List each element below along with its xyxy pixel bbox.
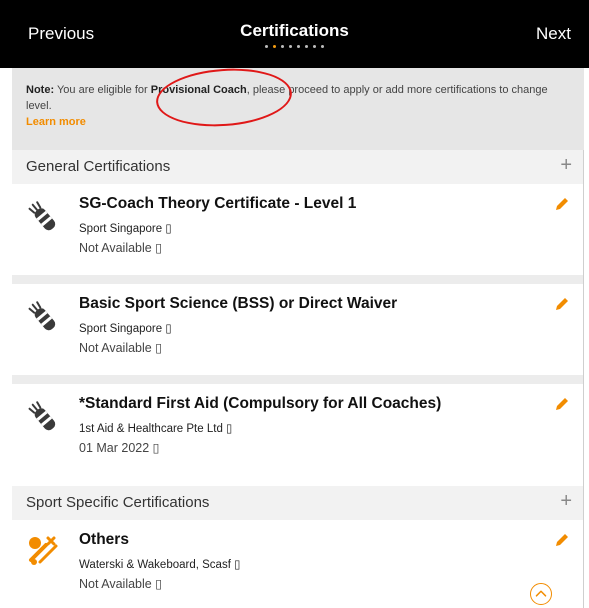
certification-organization: 1st Aid & Healthcare Pte Ltd ▯ [79,423,233,435]
info-glyph: ▯ [165,323,172,335]
badge-icon [28,201,56,231]
step-dot [321,45,324,48]
divider [12,375,584,384]
step-dot [297,45,300,48]
divider [12,275,584,284]
certification-organization: Sport Singapore ▯ [79,223,172,235]
certification-title: Others [79,531,129,548]
pencil-icon[interactable] [554,296,570,312]
next-button[interactable]: Next [536,24,571,44]
step-dot [281,45,284,48]
certification-item[interactable]: Basic Sport Science (BSS) or Direct Waiv… [12,284,584,375]
step-dot [265,45,268,48]
step-indicator [0,45,589,48]
step-dot [313,45,316,48]
page-title: Certifications [240,21,349,40]
certification-item[interactable]: SG-Coach Theory Certificate - Level 1 Sp… [12,184,584,275]
sport-icon [29,536,58,565]
eligibility-note: Note: You are eligible for Provisional C… [12,68,584,150]
info-glyph: ▯ [155,341,163,355]
step-dot [305,45,308,48]
certification-title: Basic Sport Science (BSS) or Direct Waiv… [79,295,398,312]
info-glyph: ▯ [226,423,233,435]
top-bar: Previous Certifications Next [0,0,589,68]
step-dot-active [273,45,276,48]
section-sport-specific-certifications: Sport Specific Certifications + [12,486,584,520]
info-glyph: ▯ [155,577,163,591]
certification-status: Not Available ▯ [79,577,163,591]
info-glyph: ▯ [152,441,160,455]
pencil-icon[interactable] [554,196,570,212]
pencil-icon[interactable] [554,532,570,548]
certification-title: *Standard First Aid (Compulsory for All … [79,395,442,412]
info-glyph: ▯ [234,559,241,571]
pencil-icon[interactable] [554,396,570,412]
certification-organization: Waterski & Wakeboard, Scasf ▯ [79,559,241,571]
scroll-edge [583,150,584,608]
section-label: Sport Specific Certifications [26,494,210,511]
certification-organization: Sport Singapore ▯ [79,323,172,335]
step-dot [289,45,292,48]
info-glyph: ▯ [155,241,163,255]
section-label: General Certifications [26,158,171,175]
learn-more-link[interactable]: Learn more [26,114,86,130]
info-glyph: ▯ [165,223,172,235]
chevron-up-icon[interactable] [530,583,552,605]
note-text-before: You are eligible for [54,84,151,96]
section-general-certifications: General Certifications + [12,150,584,184]
badge-icon [28,301,56,331]
certification-date: 01 Mar 2022 ▯ [79,441,160,455]
add-sport-certification-button[interactable]: + [560,490,572,513]
badge-icon [28,401,56,431]
note-prefix: Note: [26,84,55,96]
certification-item[interactable]: *Standard First Aid (Compulsory for All … [12,384,584,486]
certification-status: Not Available ▯ [79,341,163,355]
certification-item[interactable]: Others Waterski & Wakeboard, Scasf ▯ Not… [12,520,584,608]
certification-status: Not Available ▯ [79,241,163,255]
certification-title: SG-Coach Theory Certificate - Level 1 [79,195,357,212]
add-general-certification-button[interactable]: + [560,154,572,177]
